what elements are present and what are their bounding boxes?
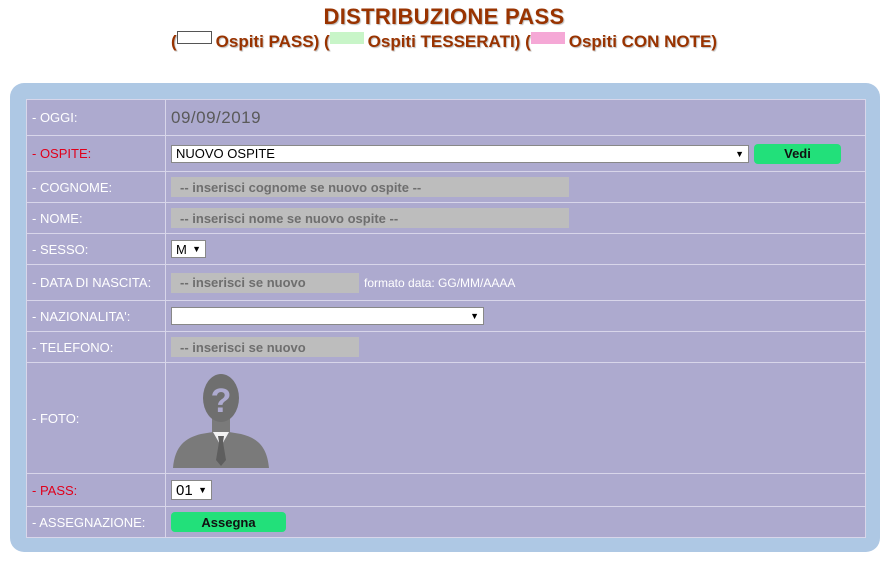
row-data-nascita: - DATA DI NASCITA: -- inserisci se nuovo…	[27, 264, 865, 300]
tesserati-color-swatch	[329, 32, 364, 44]
row-ospite: - OSPITE: NUOVO OSPITE ▼ Vedi	[27, 135, 865, 171]
legend-pass-label: Ospiti PASS)	[215, 32, 320, 51]
data-nascita-input[interactable]: -- inserisci se nuovo	[171, 272, 359, 293]
row-pass: - PASS: 01 ▼	[27, 473, 865, 506]
ospite-label: - OSPITE:	[27, 136, 166, 171]
note-color-swatch	[530, 32, 565, 44]
foto-label: - FOTO:	[27, 363, 166, 473]
row-nome: - NOME: -- inserisci nome se nuovo ospit…	[27, 202, 865, 233]
row-nazionalita: - NAZIONALITA': ▼	[27, 300, 865, 331]
page-header: DISTRIBUZIONE PASS (Ospiti PASS) (Ospiti…	[0, 4, 888, 52]
nome-input[interactable]: -- inserisci nome se nuovo ospite --	[171, 208, 569, 228]
chevron-down-icon: ▼	[470, 311, 479, 321]
pass-label: - PASS:	[27, 474, 166, 506]
nome-label: - NOME:	[27, 203, 166, 233]
chevron-down-icon: ▼	[735, 148, 744, 159]
pass-color-swatch	[176, 31, 212, 44]
nazionalita-select[interactable]: ▼	[171, 307, 484, 325]
row-telefono: - TELEFONO: -- inserisci se nuovo	[27, 331, 865, 362]
ospite-selected-value: NUOVO OSPITE	[176, 146, 275, 161]
cognome-input[interactable]: -- inserisci cognome se nuovo ospite --	[171, 177, 569, 197]
guest-form: - OGGI: 09/09/2019 - OSPITE: NUOVO OSPIT…	[26, 99, 866, 538]
ospite-select[interactable]: NUOVO OSPITE ▼	[171, 144, 749, 163]
chevron-down-icon: ▼	[198, 485, 207, 495]
data-nascita-label: - DATA DI NASCITA:	[27, 265, 166, 300]
sesso-label: - SESSO:	[27, 234, 166, 264]
date-format-hint: formato data: GG/MM/AAAA	[364, 275, 516, 290]
sesso-select[interactable]: M ▼	[171, 240, 206, 258]
row-foto: - FOTO: ?	[27, 362, 865, 473]
cognome-label: - COGNOME:	[27, 172, 166, 202]
row-cognome: - COGNOME: -- inserisci cognome se nuovo…	[27, 171, 865, 202]
chevron-down-icon: ▼	[192, 244, 201, 254]
nazionalita-label: - NAZIONALITA':	[27, 301, 166, 331]
telefono-input[interactable]: -- inserisci se nuovo	[171, 337, 359, 357]
legend-tesserati-label: Ospiti TESSERATI)	[367, 32, 521, 51]
row-sesso: - SESSO: M ▼	[27, 233, 865, 264]
unknown-person-icon: ?	[173, 374, 269, 468]
sesso-selected-value: M	[176, 241, 187, 257]
assegna-button[interactable]: Assegna	[171, 512, 286, 532]
legend: (Ospiti PASS) (Ospiti TESSERATI) (Ospiti…	[0, 31, 888, 52]
form-panel: - OGGI: 09/09/2019 - OSPITE: NUOVO OSPIT…	[10, 83, 880, 552]
telefono-label: - TELEFONO:	[27, 332, 166, 362]
assegnazione-label: - ASSEGNAZIONE:	[27, 507, 166, 537]
row-assegnazione: - ASSEGNAZIONE: Assegna	[27, 506, 865, 537]
legend-note-label: Ospiti CON NOTE)	[568, 32, 718, 51]
page-title: DISTRIBUZIONE PASS	[323, 4, 565, 29]
svg-text:?: ?	[211, 382, 232, 420]
today-date: 09/09/2019	[171, 107, 262, 127]
oggi-label: - OGGI:	[27, 100, 166, 135]
vedi-button[interactable]: Vedi	[754, 143, 841, 164]
row-oggi: - OGGI: 09/09/2019	[27, 100, 865, 135]
pass-selected-value: 01	[176, 481, 193, 499]
pass-select[interactable]: 01 ▼	[171, 480, 212, 500]
